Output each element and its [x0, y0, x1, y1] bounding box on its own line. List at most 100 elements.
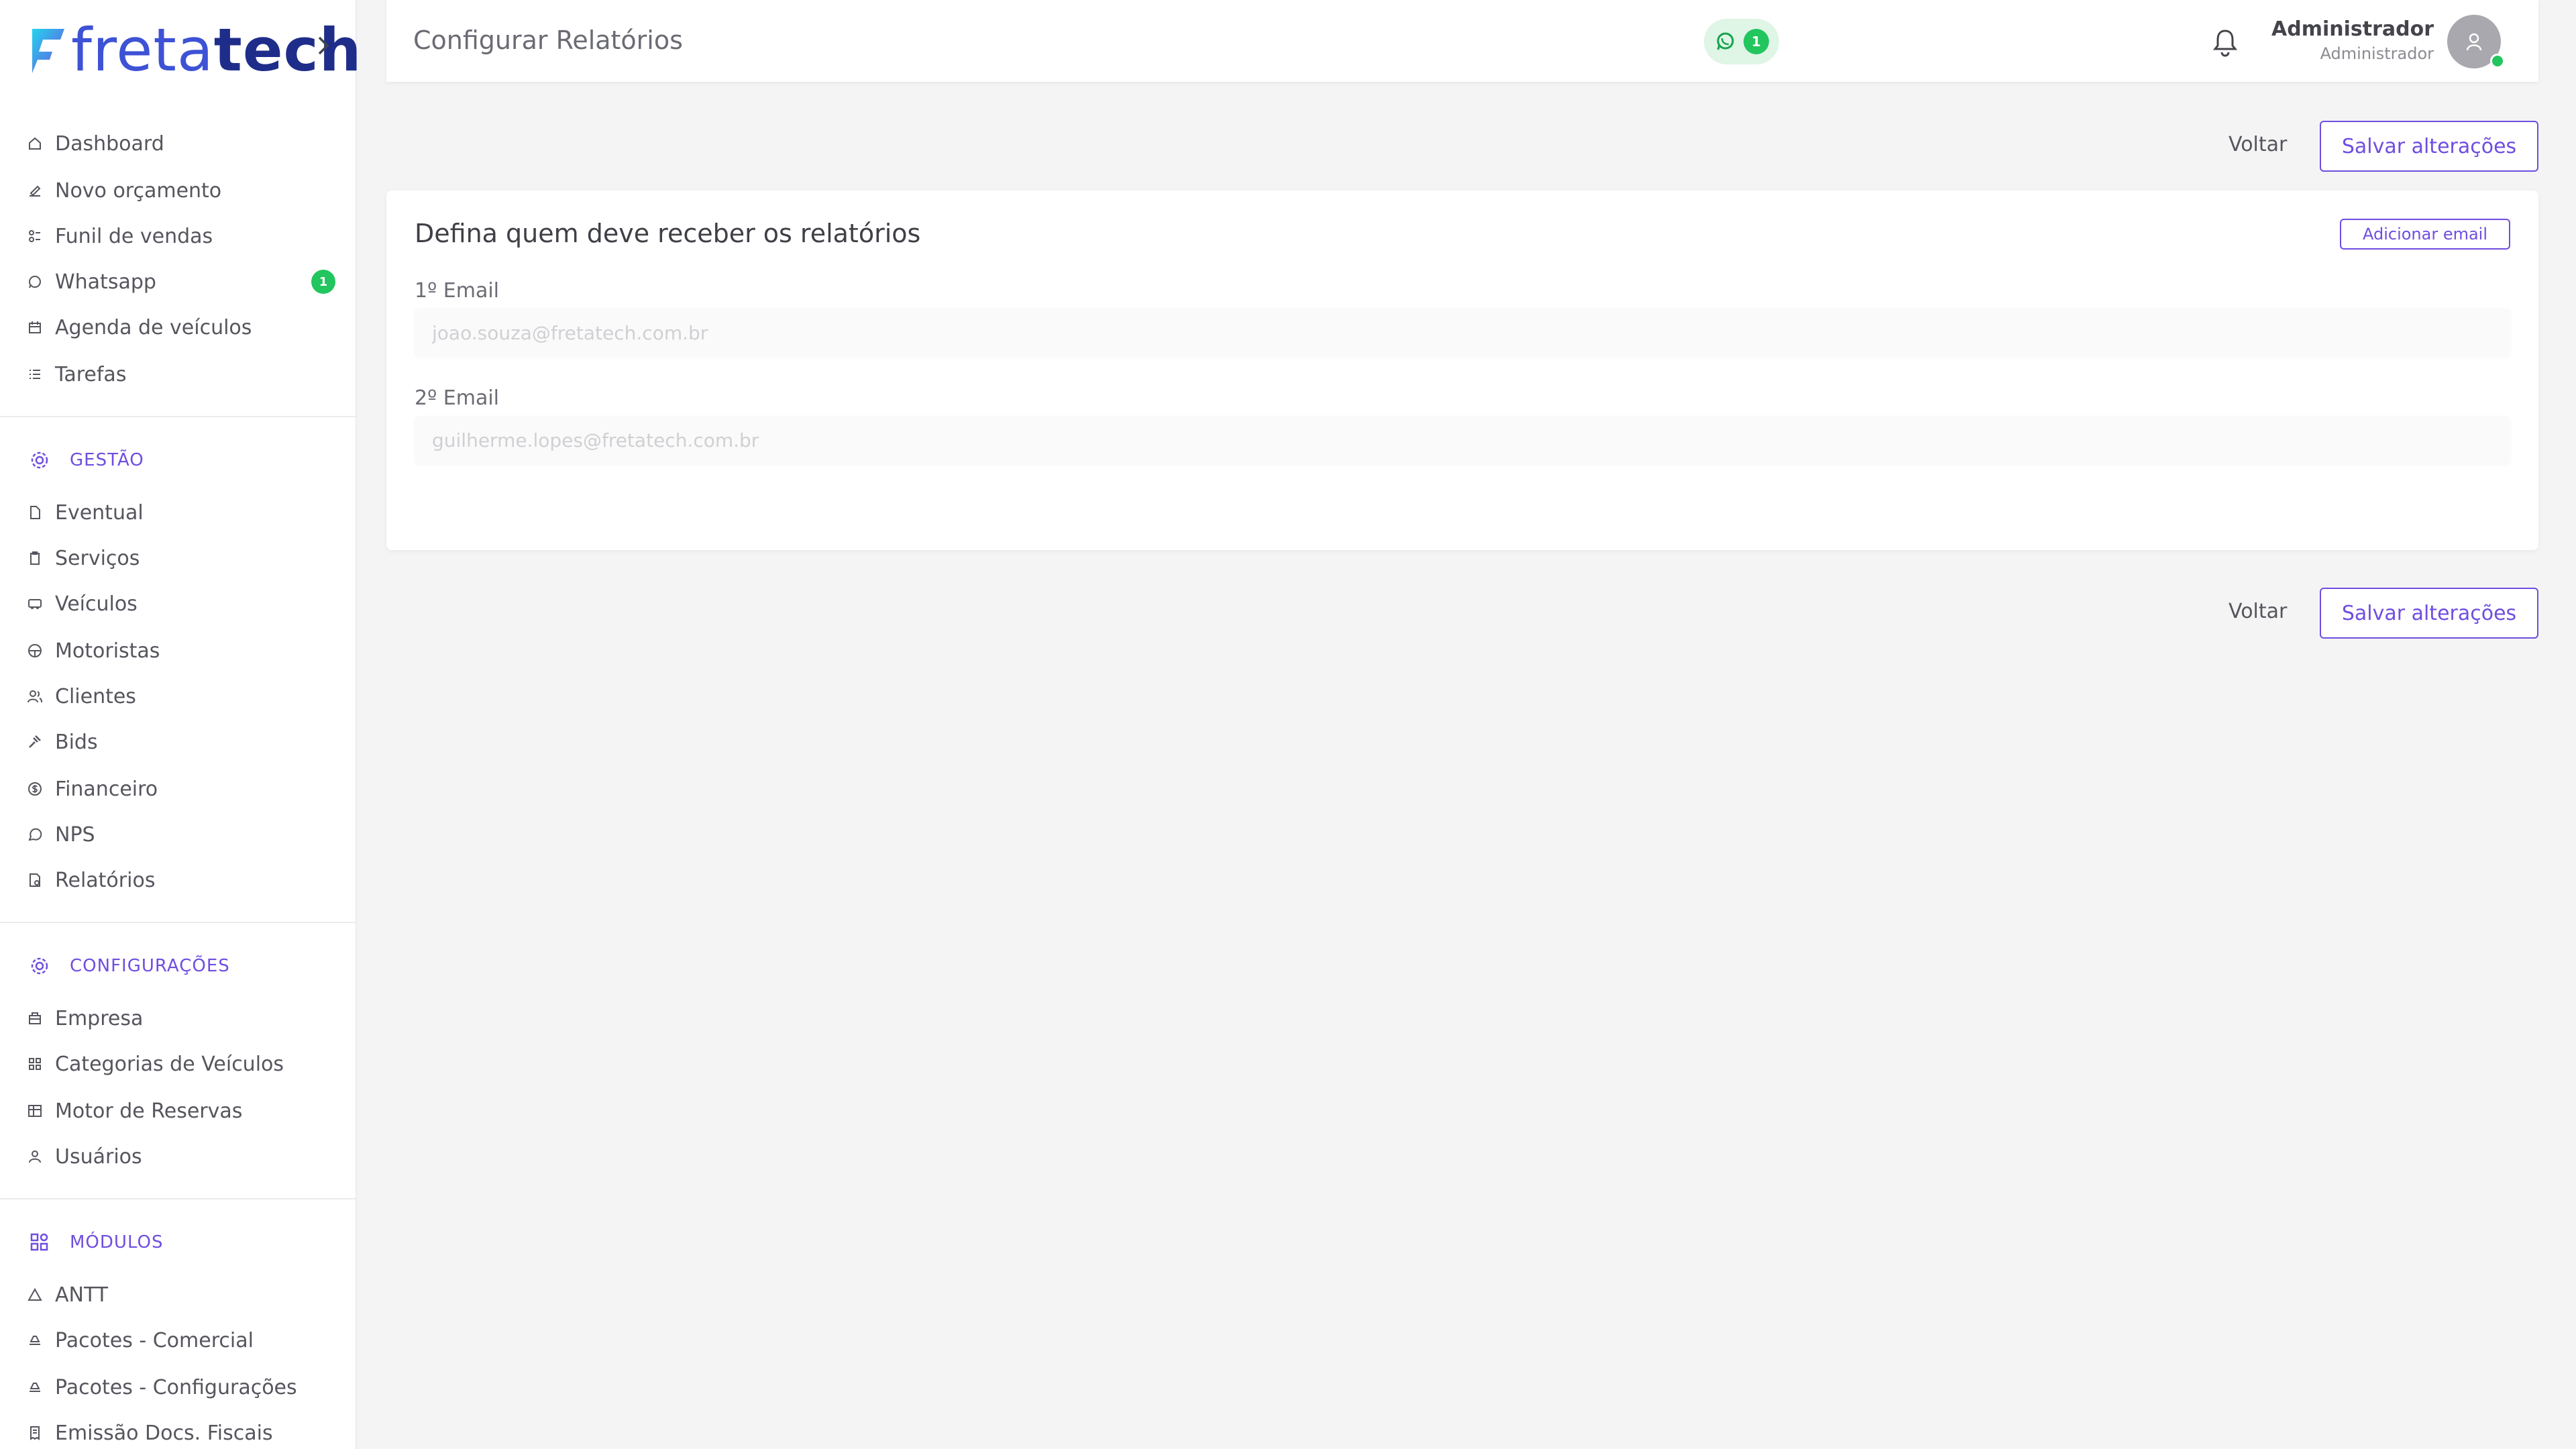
sidebar-item-label: NPS: [55, 822, 95, 847]
sidebar-item-motoristas[interactable]: Motoristas: [27, 632, 160, 669]
sidebar-item-label: Usuários: [55, 1144, 142, 1169]
sidebar-item-label: Motoristas: [55, 639, 160, 663]
card-title: Defina quem deve receber os relatórios: [415, 219, 921, 248]
list-icon: [27, 366, 43, 382]
whatsapp-icon: [27, 274, 43, 290]
sidebar-item-servicos[interactable]: Serviços: [27, 539, 140, 577]
sidebar-divider: [0, 922, 357, 923]
sidebar-item-financeiro[interactable]: Financeiro: [27, 770, 158, 808]
sidebar-item-novo-orcamento[interactable]: Novo orçamento: [27, 172, 221, 209]
sidebar-item-label: Funil de vendas: [55, 224, 213, 248]
bell-icon[interactable]: [2211, 27, 2239, 58]
whatsapp-badge: 1: [311, 270, 335, 294]
sidebar-divider: [0, 416, 357, 417]
sidebar-item-label: Dashboard: [55, 131, 164, 156]
sidebar-item-label: Whatsapp: [55, 270, 156, 294]
back-button-bottom[interactable]: Voltar: [2229, 600, 2287, 623]
sidebar: fretatech Dashboard Novo orçamento Funil…: [0, 0, 361, 1449]
edit-icon: [27, 182, 43, 199]
steering-wheel-icon: [27, 643, 43, 659]
gear-icon: [30, 450, 50, 470]
sidebar-item-label: Tarefas: [55, 362, 127, 386]
sidebar-item-label: Veículos: [55, 592, 138, 616]
home-icon: [27, 136, 43, 152]
sidebar-divider: [0, 1198, 357, 1199]
dollar-icon: [27, 781, 43, 797]
sidebar-item-label: Clientes: [55, 684, 136, 708]
sidebar-item-dashboard[interactable]: Dashboard: [27, 125, 164, 162]
sidebar-item-empresa[interactable]: Empresa: [27, 1000, 143, 1037]
sidebar-item-whatsapp[interactable]: Whatsapp: [27, 263, 156, 301]
sidebar-item-label: Eventual: [55, 500, 144, 525]
whatsapp-notifications-button[interactable]: 1: [1704, 19, 1779, 64]
back-button[interactable]: Voltar: [2229, 133, 2287, 156]
sidebar-item-label: Relatórios: [55, 868, 156, 892]
sidebar-item-eventual[interactable]: Eventual: [27, 494, 144, 531]
top-header: Configurar Relatórios 1 Administrador Ad…: [386, 0, 2538, 82]
users-icon: [27, 688, 43, 704]
sidebar-item-label: Motor de Reservas: [55, 1099, 243, 1123]
page-title: Configurar Relatórios: [413, 25, 683, 55]
package-icon: [27, 1379, 43, 1395]
whatsapp-count-badge: 1: [1743, 29, 1769, 54]
email-1-field[interactable]: [415, 309, 2510, 357]
triangle-icon: [27, 1287, 43, 1303]
sidebar-item-label: Agenda de veículos: [55, 315, 252, 339]
gavel-icon: [27, 734, 43, 750]
email-2-field[interactable]: [415, 416, 2510, 464]
document-icon: [27, 504, 43, 521]
logo-mark-icon: [32, 29, 64, 73]
sidebar-item-pacotes-comercial[interactable]: Pacotes - Comercial: [27, 1322, 254, 1359]
sidebar-item-clientes[interactable]: Clientes: [27, 678, 136, 715]
sidebar-item-label: Empresa: [55, 1006, 144, 1030]
user-icon: [2466, 33, 2482, 51]
sidebar-item-label: ANTT: [55, 1283, 109, 1307]
section-title-configuracoes: CONFIGURAÇÕES: [30, 951, 230, 981]
sidebar-item-label: Novo orçamento: [55, 178, 222, 203]
sidebar-item-label: Pacotes - Comercial: [55, 1328, 254, 1352]
whatsapp-icon: [1717, 32, 1734, 50]
sidebar-item-label: Emissão Docs. Fiscais: [55, 1421, 273, 1445]
email-2-label: 2º Email: [415, 386, 499, 410]
chat-icon: [27, 826, 43, 843]
calendar-icon: [27, 319, 43, 335]
sidebar-item-categorias-de-veiculos[interactable]: Categorias de Veículos: [27, 1045, 284, 1083]
sidebar-item-antt[interactable]: ANTT: [27, 1276, 108, 1313]
sidebar-item-motor-de-reservas[interactable]: Motor de Reservas: [27, 1092, 242, 1130]
gear-icon: [30, 956, 50, 976]
report-icon: [27, 872, 43, 888]
save-button-bottom[interactable]: Salvar alterações: [2320, 588, 2538, 639]
table-icon: [27, 1103, 43, 1119]
save-button[interactable]: Salvar alterações: [2320, 121, 2538, 172]
sidebar-item-label: Categorias de Veículos: [55, 1052, 284, 1076]
receipt-icon: [27, 1425, 43, 1441]
sidebar-item-label: Serviços: [55, 546, 140, 570]
sidebar-item-veiculos[interactable]: Veículos: [27, 585, 138, 623]
user-name[interactable]: Administrador: [2271, 17, 2434, 41]
online-status-dot: [2490, 54, 2505, 68]
section-title-modulos: MÓDULOS: [30, 1228, 163, 1257]
brand-logo[interactable]: fretatech: [30, 20, 362, 80]
sidebar-item-nps[interactable]: NPS: [27, 816, 95, 853]
sidebar-item-pacotes-configuracoes[interactable]: Pacotes - Configurações: [27, 1368, 297, 1406]
sidebar-item-agenda-de-veiculos[interactable]: Agenda de veículos: [27, 309, 252, 346]
sidebar-item-funil-de-vendas[interactable]: Funil de vendas: [27, 217, 213, 255]
sidebar-item-emissao-docs-fiscais[interactable]: Emissão Docs. Fiscais: [27, 1414, 273, 1449]
sidebar-item-bids[interactable]: Bids: [27, 723, 98, 761]
building-icon: [27, 1010, 43, 1026]
email-1-label: 1º Email: [415, 279, 499, 303]
chevron-right-icon[interactable]: [317, 32, 331, 59]
report-recipients-card: Defina quem deve receber os relatórios A…: [386, 191, 2538, 550]
modules-icon: [30, 1232, 50, 1252]
bus-icon: [27, 596, 43, 612]
user-icon: [27, 1148, 43, 1165]
funnel-icon: [27, 228, 43, 244]
add-email-button[interactable]: Adicionar email: [2340, 219, 2510, 250]
grid-icon: [27, 1056, 43, 1072]
sidebar-item-tarefas[interactable]: Tarefas: [27, 356, 126, 393]
sidebar-item-label: Financeiro: [55, 777, 158, 801]
sidebar-item-relatorios[interactable]: Relatórios: [27, 861, 155, 899]
user-role: Administrador: [2320, 44, 2434, 63]
package-icon: [27, 1332, 43, 1348]
sidebar-item-usuarios[interactable]: Usuários: [27, 1138, 142, 1175]
